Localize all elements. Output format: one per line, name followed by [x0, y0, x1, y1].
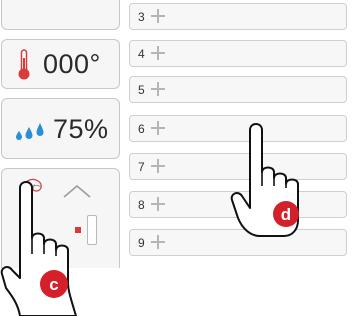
list-item[interactable]: 5 — [129, 76, 347, 103]
temperature-value: 000° — [43, 49, 101, 79]
row-number: 7 — [138, 160, 145, 174]
plus-icon[interactable] — [151, 235, 165, 249]
temperature-widget[interactable]: 000° — [1, 39, 120, 89]
plus-icon[interactable] — [151, 9, 165, 23]
top-widget — [1, 0, 120, 30]
hand-pointer-icon: d — [230, 123, 299, 237]
humidity-value: 75% — [53, 114, 109, 144]
thermometer-icon — [18, 49, 30, 80]
plus-icon[interactable] — [151, 82, 165, 96]
row-number: 9 — [138, 236, 145, 250]
row-number: 8 — [138, 198, 145, 212]
row-number: 5 — [138, 83, 145, 97]
row-number: 3 — [138, 10, 145, 24]
hand-pointer-icon: c — [0, 181, 77, 316]
plus-icon[interactable] — [151, 197, 165, 211]
plus-icon[interactable] — [151, 121, 165, 135]
row-number: 6 — [138, 122, 145, 136]
plus-icon[interactable] — [151, 159, 165, 173]
water-drops-icon — [16, 123, 44, 140]
plus-icon[interactable] — [151, 46, 165, 60]
callout-c-label: c — [49, 275, 58, 294]
list-item[interactable]: 4 — [129, 40, 347, 67]
humidity-widget[interactable]: 75% — [1, 98, 120, 159]
callout-d-label: d — [281, 205, 291, 224]
list-item[interactable]: 3 — [129, 3, 347, 30]
row-number: 4 — [138, 47, 145, 61]
